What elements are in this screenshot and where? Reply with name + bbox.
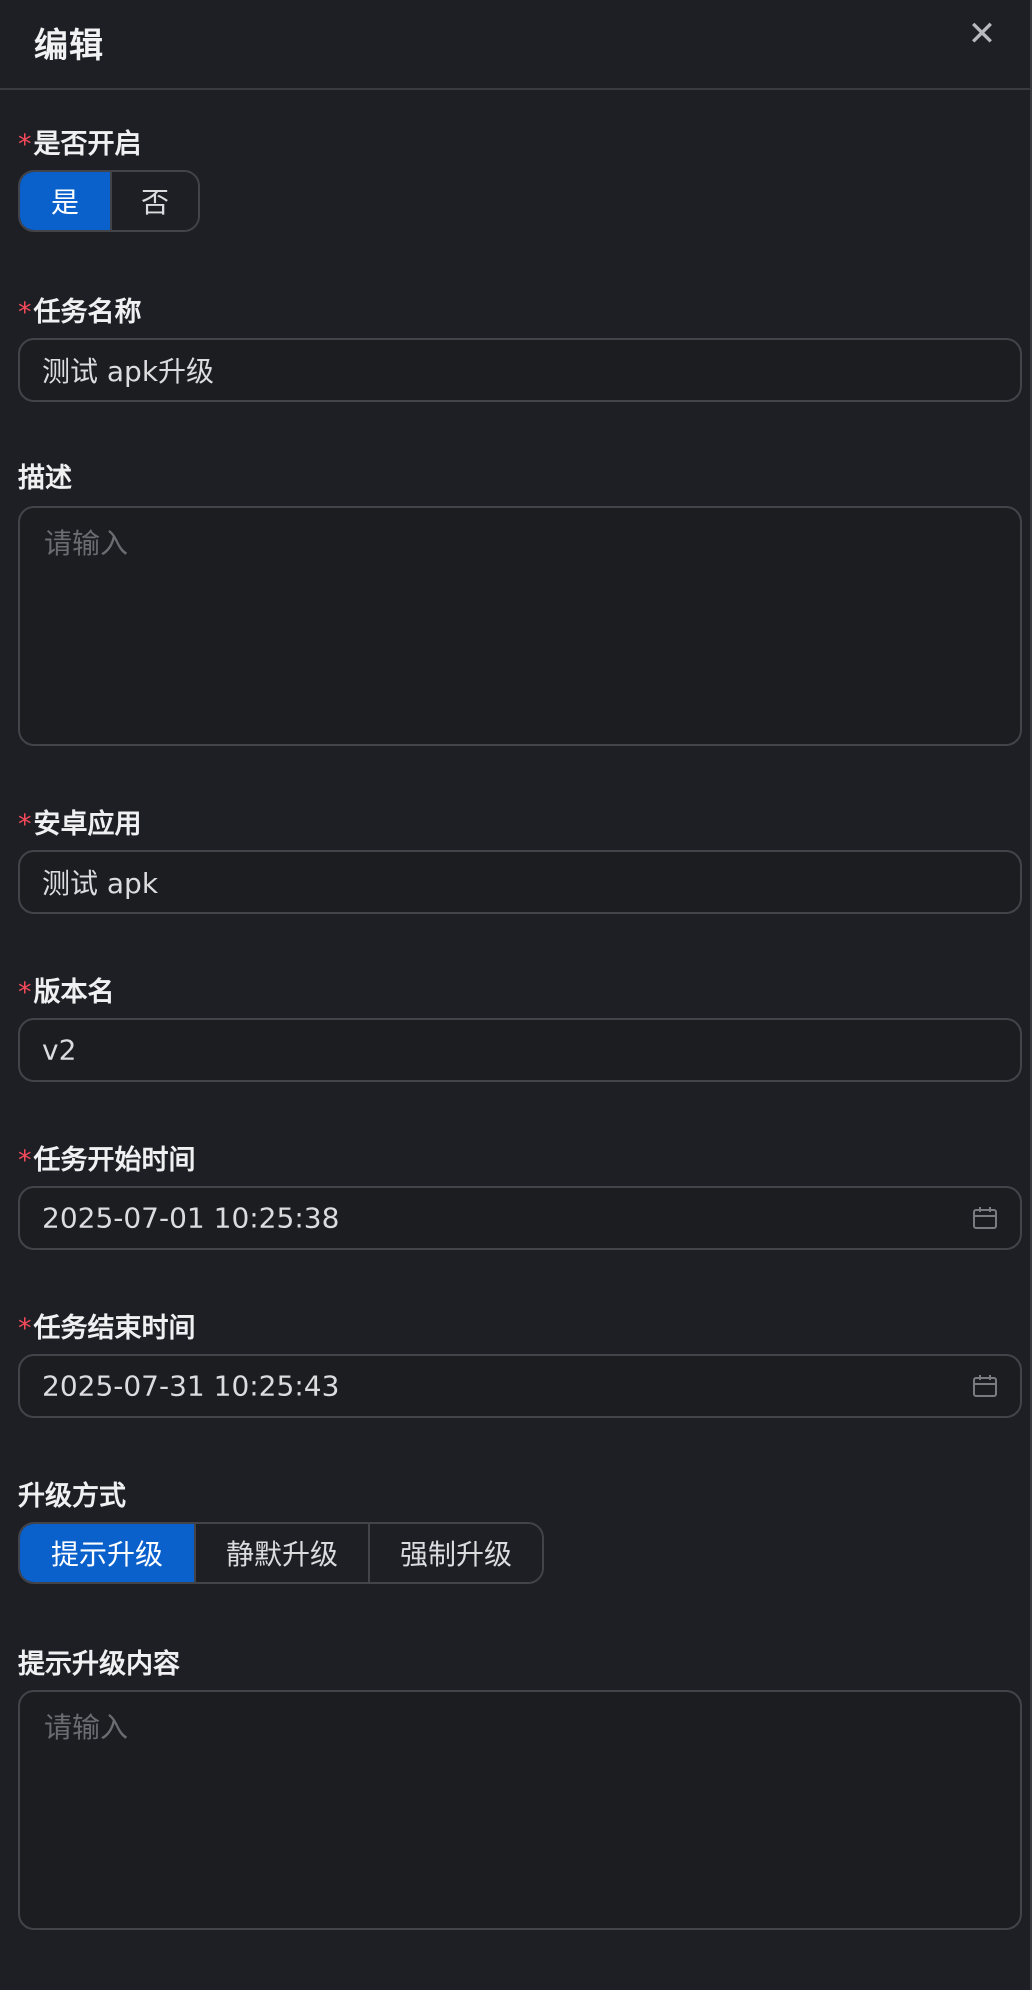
version-name-label: *版本名 bbox=[18, 977, 115, 1008]
description-label: 描述 bbox=[18, 463, 72, 494]
start-time-picker[interactable]: 2025-07-01 10:25:38 bbox=[18, 1186, 1022, 1250]
upgrade-mode-label: 升级方式 bbox=[18, 1481, 126, 1512]
task-name-input[interactable]: 测试 apk升级 bbox=[18, 338, 1022, 402]
required-mark: * bbox=[18, 297, 32, 328]
enabled-label: *是否开启 bbox=[18, 129, 142, 160]
enabled-option-yes[interactable]: 是 bbox=[20, 172, 110, 230]
upgrade-mode-forced[interactable]: 强制升级 bbox=[368, 1524, 542, 1582]
task-name-value: 测试 apk升级 bbox=[42, 355, 215, 388]
end-time-label: *任务结束时间 bbox=[18, 1313, 196, 1344]
edit-drawer: 编辑 ✕ *是否开启 是 否 *任务名称 测试 apk升级 描述 请输入 *安卓… bbox=[0, 0, 1032, 1990]
calendar-icon[interactable] bbox=[972, 1374, 998, 1398]
android-app-value: 测试 apk bbox=[42, 867, 159, 900]
upgrade-content-placeholder: 请输入 bbox=[44, 1711, 129, 1744]
description-textarea[interactable]: 请输入 bbox=[18, 506, 1022, 746]
required-mark: * bbox=[18, 977, 32, 1008]
upgrade-mode-silent[interactable]: 静默升级 bbox=[194, 1524, 368, 1582]
android-app-label: *安卓应用 bbox=[18, 809, 142, 840]
upgrade-content-textarea[interactable]: 请输入 bbox=[18, 1690, 1022, 1930]
start-time-label: *任务开始时间 bbox=[18, 1145, 196, 1176]
android-app-select[interactable]: 测试 apk bbox=[18, 850, 1022, 914]
required-mark: * bbox=[18, 809, 32, 840]
edit-drawer-page: 编辑 ✕ *是否开启 是 否 *任务名称 测试 apk升级 描述 请输入 *安卓… bbox=[0, 0, 1032, 1990]
required-mark: * bbox=[18, 129, 32, 160]
close-icon[interactable]: ✕ bbox=[964, 16, 1000, 52]
end-time-picker[interactable]: 2025-07-31 10:25:43 bbox=[18, 1354, 1022, 1418]
enabled-toggle: 是 否 bbox=[18, 170, 200, 232]
drawer-title: 编辑 bbox=[34, 26, 104, 66]
upgrade-mode-prompt[interactable]: 提示升级 bbox=[20, 1524, 194, 1582]
drawer-header: 编辑 ✕ bbox=[0, 0, 1030, 90]
task-name-label: *任务名称 bbox=[18, 297, 142, 328]
description-placeholder: 请输入 bbox=[44, 527, 129, 560]
calendar-icon[interactable] bbox=[972, 1206, 998, 1230]
upgrade-content-label: 提示升级内容 bbox=[18, 1649, 180, 1680]
version-name-value: v2 bbox=[42, 1033, 77, 1067]
required-mark: * bbox=[18, 1313, 32, 1344]
required-mark: * bbox=[18, 1145, 32, 1176]
start-time-value: 2025-07-01 10:25:38 bbox=[42, 1201, 340, 1235]
end-time-value: 2025-07-31 10:25:43 bbox=[42, 1369, 340, 1403]
enabled-option-no[interactable]: 否 bbox=[110, 172, 198, 230]
version-name-input[interactable]: v2 bbox=[18, 1018, 1022, 1082]
upgrade-mode-toggle: 提示升级 静默升级 强制升级 bbox=[18, 1522, 544, 1584]
